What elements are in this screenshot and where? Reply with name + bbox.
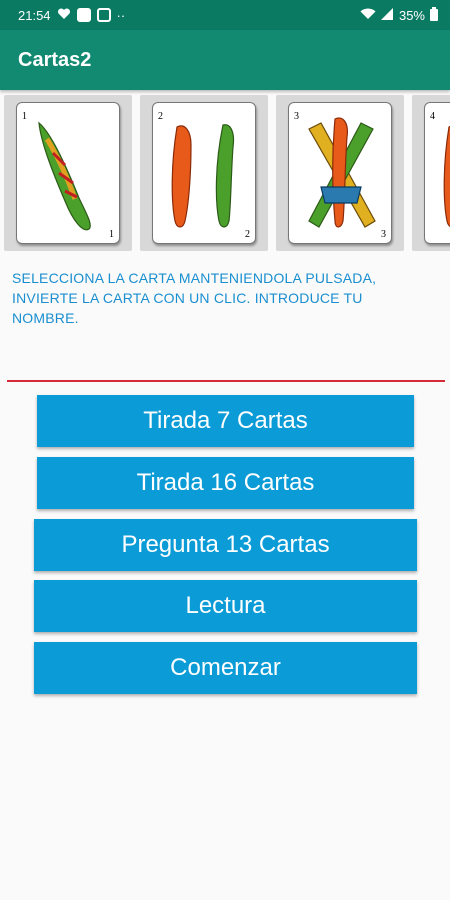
card-2[interactable]: 2 2 <box>140 95 268 251</box>
tirada-16-cartas-button[interactable]: Tirada 16 Cartas <box>37 457 414 509</box>
club-card-icon: 2 2 <box>152 102 256 244</box>
club-card-icon: 4 <box>424 102 450 244</box>
club-card-icon: 3 3 <box>288 102 392 244</box>
pregunta-13-cartas-button[interactable]: Pregunta 13 Cartas <box>34 519 417 571</box>
card-rank-top: 4 <box>430 111 435 122</box>
name-input[interactable] <box>7 340 445 382</box>
signal-icon <box>380 7 394 23</box>
gallery-icon <box>96 8 111 22</box>
comenzar-button[interactable]: Comenzar <box>34 642 417 694</box>
card-rank-bottom: 1 <box>109 229 114 240</box>
card-1[interactable]: 1 1 <box>4 95 132 251</box>
heart-pulse-icon <box>57 7 71 23</box>
more-notifications-icon: ·· <box>116 7 126 23</box>
card-rank-top: 3 <box>294 111 299 122</box>
battery-icon <box>430 6 438 24</box>
wifi-icon <box>360 8 376 23</box>
club-card-icon: 1 1 <box>16 102 120 244</box>
tirada-7-cartas-button[interactable]: Tirada 7 Cartas <box>37 395 414 447</box>
card-rank-top: 2 <box>158 111 163 122</box>
card-carousel[interactable]: 1 1 2 2 3 3 4 <box>0 92 450 252</box>
app-bar: Cartas2 <box>0 30 450 90</box>
battery-level: 35% <box>398 7 425 23</box>
card-rank-top: 1 <box>22 111 27 122</box>
card-rank-bottom: 3 <box>381 229 386 240</box>
card-rank-bottom: 2 <box>245 229 250 240</box>
lectura-button[interactable]: Lectura <box>34 580 417 632</box>
notification-app-icon <box>76 8 91 22</box>
instructions-text: SELECCIONA LA CARTA MANTENIENDOLA PULSAD… <box>12 270 377 326</box>
app-title: Cartas2 <box>18 48 92 71</box>
card-3[interactable]: 3 3 <box>276 95 404 251</box>
status-bar: 21:54 ·· 35% <box>0 0 450 30</box>
card-4[interactable]: 4 <box>412 95 450 251</box>
status-time: 21:54 <box>18 7 51 23</box>
